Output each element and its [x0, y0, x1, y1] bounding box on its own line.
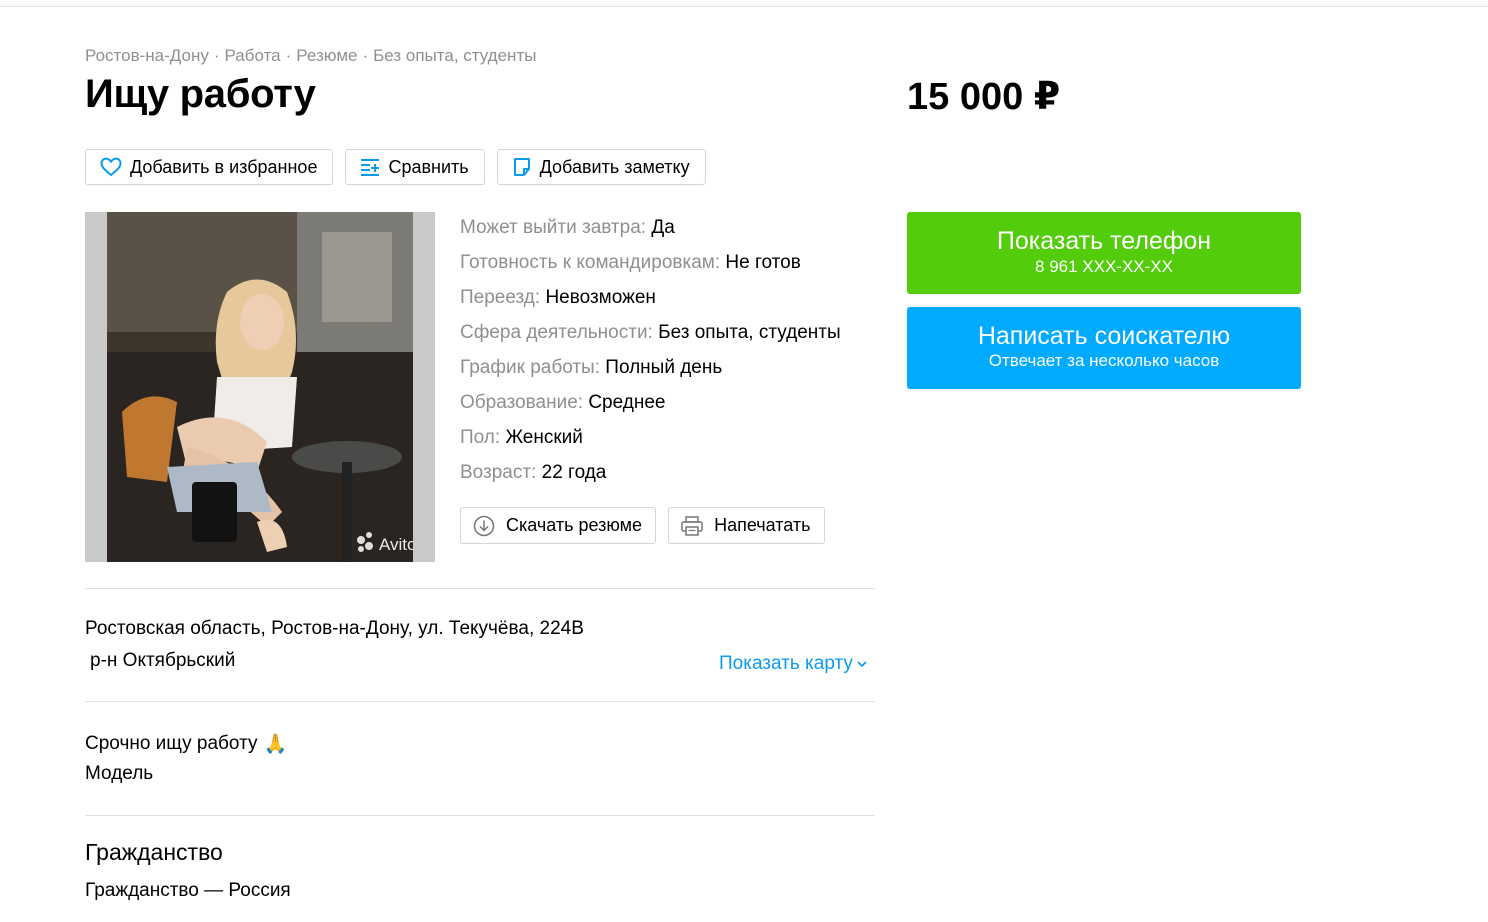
- download-resume-label: Скачать резюме: [506, 515, 643, 535]
- param-start-tomorrow: Может выйти завтра: Да: [460, 217, 675, 238]
- show-phone-button[interactable]: Показать телефон 8 961 XXX-XX-XX: [907, 212, 1301, 294]
- breadcrumb-resume[interactable]: Резюме: [296, 46, 357, 65]
- compare-icon: [361, 159, 380, 176]
- resume-photo[interactable]: Avito: [85, 212, 435, 562]
- param-gender: Пол: Женский: [460, 427, 583, 448]
- add-to-favorites-button[interactable]: Добавить в избранное: [85, 149, 334, 185]
- write-applicant-label: Написать соискателю: [977, 322, 1231, 350]
- resume-params: Может выйти завтра: Да Готовность к кома…: [460, 210, 841, 490]
- print-button[interactable]: Напечатать: [668, 507, 825, 544]
- watermark-text: Avito: [379, 535, 413, 554]
- listing-toolbar: Добавить в избранное Сравнить Добавить з…: [85, 149, 706, 185]
- citizenship-title: Гражданство: [85, 839, 223, 865]
- param-education: Образование: Среднее: [460, 392, 666, 413]
- phone-number-masked: 8 961 XXX-XX-XX: [1035, 257, 1173, 276]
- show-map-link[interactable]: Показать карту: [719, 653, 867, 675]
- chevron-down-icon: [857, 660, 867, 667]
- compare-button[interactable]: Сравнить: [345, 149, 485, 185]
- breadcrumb-category[interactable]: Без опыта, студенты: [373, 46, 536, 65]
- param-relocation: Переезд: Невозможен: [460, 287, 656, 308]
- description-text: Срочно ищу работу: [85, 733, 258, 754]
- breadcrumb-work[interactable]: Работа: [225, 46, 281, 65]
- response-time: Отвечает за несколько часов: [988, 351, 1220, 370]
- citizenship-value: Гражданство — Россия: [85, 880, 291, 901]
- resume-actions: Скачать резюме Напечатать: [460, 507, 825, 544]
- download-resume-button[interactable]: Скачать резюме: [460, 507, 657, 544]
- description-line-2: Модель: [85, 763, 154, 784]
- price: 15 000 ₽: [907, 76, 1061, 118]
- photo-image: Avito: [107, 212, 413, 562]
- show-phone-label: Показать телефон: [996, 227, 1212, 255]
- add-note-button[interactable]: Добавить заметку: [496, 149, 706, 185]
- printer-icon: [681, 515, 703, 536]
- heart-icon: [100, 157, 122, 177]
- print-label: Напечатать: [714, 515, 811, 535]
- add-note-label: Добавить заметку: [539, 156, 690, 177]
- param-field: Сфера деятельности: Без опыта, студенты: [460, 322, 841, 343]
- param-schedule: График работы: Полный день: [460, 357, 723, 378]
- browser-top-strip: [0, 0, 1488, 7]
- show-map-label: Показать карту: [719, 653, 853, 674]
- divider: [85, 701, 875, 702]
- praying-hands-icon: 🙏: [263, 734, 288, 755]
- write-applicant-button[interactable]: Написать соискателю Отвечает за нескольк…: [907, 307, 1301, 389]
- page-title: Ищу работу: [85, 72, 316, 116]
- divider: [85, 588, 875, 589]
- breadcrumb-city[interactable]: Ростов-на-Дону: [85, 46, 209, 65]
- address: Ростовская область, Ростов-на-Дону, ул. …: [85, 618, 584, 639]
- compare-label: Сравнить: [388, 156, 469, 177]
- add-to-favorites-label: Добавить в избранное: [130, 156, 318, 177]
- divider: [85, 815, 875, 816]
- download-icon: [473, 515, 495, 536]
- description-line-1: Срочно ищу работу 🙏: [85, 732, 287, 756]
- param-age: Возраст: 22 года: [460, 462, 607, 483]
- district: р-н Октябрьский: [90, 650, 236, 671]
- param-business-trips: Готовность к командировкам: Не готов: [460, 252, 801, 273]
- note-icon: [513, 158, 530, 176]
- breadcrumb: Ростов-на-Дону · Работа · Резюме · Без опыта, …: [85, 46, 537, 65]
